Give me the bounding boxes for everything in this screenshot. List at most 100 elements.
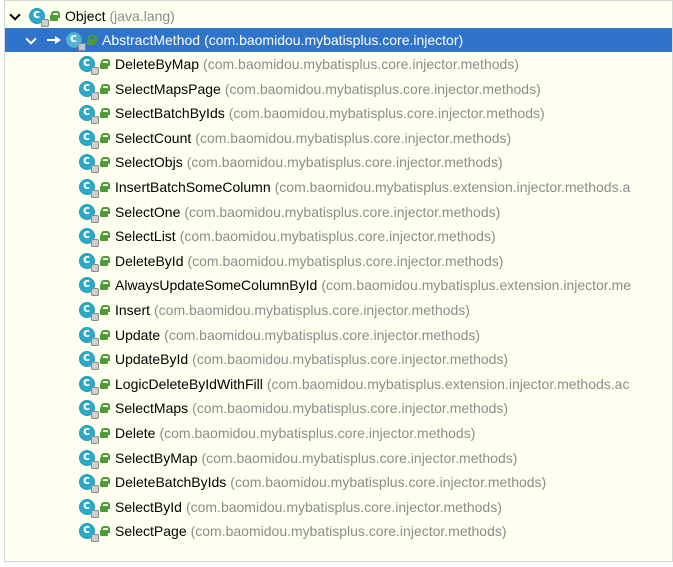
class-icon bbox=[79, 153, 99, 174]
class-icon bbox=[79, 227, 99, 248]
lock-icon bbox=[99, 231, 110, 242]
tree-node-label: SelectMaps bbox=[115, 400, 189, 417]
tree-row-deletebatchbyids[interactable]: DeleteBatchByIds(com.baomidou.mybatisplu… bbox=[5, 470, 672, 494]
tree-node-label: SelectBatchByIds bbox=[115, 105, 225, 122]
lock-icon bbox=[99, 280, 110, 291]
class-icon bbox=[79, 252, 99, 272]
lock-icon bbox=[99, 501, 110, 512]
lock-icon bbox=[99, 452, 110, 463]
tree-row-alwaysupdatesomecolumnbyid[interactable]: AlwaysUpdateSomeColumnById(com.baomidou.… bbox=[5, 273, 672, 297]
class-icon bbox=[79, 178, 99, 198]
tree-node-package: (com.baomidou.mybatisplus.core.injector.… bbox=[203, 56, 519, 72]
class-icon bbox=[79, 203, 99, 223]
tree-node-package: (com.baomidou.mybatisplus.core.injector.… bbox=[195, 129, 512, 146]
tree-node-package: (com.baomidou.mybatisplus.core.injector.… bbox=[228, 105, 545, 122]
tree-row-insert[interactable]: Insert(com.baomidou.mybatisplus.core.inj… bbox=[5, 298, 672, 322]
lock-icon bbox=[99, 206, 110, 217]
tree-node-label: Insert bbox=[115, 302, 151, 318]
tree-row-selectbymap[interactable]: SelectByMap(com.baomidou.mybatisplus.cor… bbox=[5, 446, 672, 470]
tree-row-updatebyid[interactable]: UpdateById(com.baomidou.mybatisplus.core… bbox=[5, 347, 672, 371]
tree-node-label: DeleteById bbox=[115, 252, 184, 269]
tree-row-selectbatchbyids[interactable]: SelectBatchByIds(com.baomidou.mybatisplu… bbox=[5, 101, 672, 125]
tree-node-package: (com.baomidou.mybatisplus.core.injector.… bbox=[224, 80, 541, 97]
tree-node-package: (com.baomidou.mybatisplus.core.injector.… bbox=[164, 326, 481, 343]
inheritance-arrow-icon bbox=[45, 34, 63, 46]
class-icon bbox=[79, 424, 99, 444]
lock-icon bbox=[49, 11, 60, 21]
tree-node-label: SelectObjs bbox=[115, 154, 183, 171]
tree-node-label: LogicDeleteByIdWithFill bbox=[115, 375, 263, 392]
lock-icon bbox=[99, 526, 110, 537]
tree-node-label: SelectByMap bbox=[115, 449, 198, 466]
lock-icon bbox=[99, 354, 110, 365]
tree-node-package: (com.baomidou.mybatisplus.extension.inje… bbox=[274, 179, 631, 195]
tree-node-package: (com.baomidou.mybatisplus.core.injector.… bbox=[190, 523, 507, 540]
tree-row-selectlist[interactable]: SelectList(com.baomidou.mybatisplus.core… bbox=[5, 224, 672, 248]
tree-row-selectcount[interactable]: SelectCount(com.baomidou.mybatisplus.cor… bbox=[5, 126, 672, 150]
tree-node-package: (com.baomidou.mybatisplus.core.injector.… bbox=[154, 302, 470, 318]
tree-node-package: (com.baomidou.mybatisplus.core.injector.… bbox=[186, 154, 503, 171]
lock-icon bbox=[99, 329, 110, 340]
lock-icon bbox=[99, 157, 110, 168]
lock-icon bbox=[99, 305, 110, 315]
lock-icon bbox=[99, 59, 110, 69]
class-icon bbox=[79, 104, 99, 125]
tree-node-package: (com.baomidou.mybatisplus.core.injector.… bbox=[184, 203, 501, 220]
tree-node-label: AbstractMethod bbox=[102, 32, 201, 48]
class-icon bbox=[79, 449, 99, 469]
tree-node-label: SelectOne bbox=[115, 203, 181, 220]
lock-icon bbox=[99, 83, 110, 94]
class-icon bbox=[79, 326, 99, 346]
tree-row-object[interactable]: Object (java.lang) bbox=[5, 4, 672, 28]
lock-icon bbox=[99, 428, 110, 438]
tree-row-selectpage[interactable]: SelectPage(com.baomidou.mybatisplus.core… bbox=[5, 519, 672, 543]
tree-row-selectbyid[interactable]: SelectById(com.baomidou.mybatisplus.core… bbox=[5, 495, 672, 519]
lock-icon bbox=[99, 378, 110, 389]
lock-icon bbox=[99, 182, 110, 192]
type-hierarchy-tree: Object (java.lang) AbstractMethod (com.b… bbox=[4, 0, 673, 562]
tree-row-selectobjs[interactable]: SelectObjs(com.baomidou.mybatisplus.core… bbox=[5, 150, 672, 174]
tree-node-label: SelectCount bbox=[115, 129, 192, 146]
chevron-down-icon[interactable] bbox=[25, 34, 37, 46]
tree-node-package: (com.baomidou.mybatisplus.core.injector.… bbox=[185, 498, 502, 515]
tree-node-package: (com.baomidou.mybatisplus.core.injector.… bbox=[187, 252, 504, 269]
abstract-class-icon bbox=[66, 31, 86, 51]
tree-node-package: (com.baomidou.mybatisplus.extension.inje… bbox=[321, 277, 632, 294]
tree-node-label: SelectMapsPage bbox=[115, 80, 221, 97]
tree-row-deletebyid[interactable]: DeleteById(com.baomidou.mybatisplus.core… bbox=[5, 249, 672, 273]
chevron-down-icon[interactable] bbox=[9, 10, 21, 22]
tree-row-delete[interactable]: Delete(com.baomidou.mybatisplus.core.inj… bbox=[5, 421, 672, 445]
class-icon bbox=[79, 375, 99, 395]
class-icon bbox=[79, 399, 99, 420]
tree-node-package: (java.lang) bbox=[109, 8, 175, 24]
class-icon bbox=[79, 522, 99, 543]
tree-node-label: Delete bbox=[115, 425, 156, 441]
tree-row-insertbatchsomecolumn[interactable]: InsertBatchSomeColumn(com.baomidou.mybat… bbox=[5, 175, 672, 199]
tree-row-update[interactable]: Update(com.baomidou.mybatisplus.core.inj… bbox=[5, 323, 672, 347]
tree-row-selectmaps[interactable]: SelectMaps(com.baomidou.mybatisplus.core… bbox=[5, 396, 672, 420]
tree-row-deletebymap[interactable]: DeleteByMap(com.baomidou.mybatisplus.cor… bbox=[5, 52, 672, 76]
tree-node-label: DeleteBatchByIds bbox=[115, 474, 227, 491]
class-icon bbox=[79, 498, 99, 518]
lock-icon bbox=[99, 477, 110, 488]
class-icon bbox=[79, 276, 99, 297]
tree-node-package: (com.baomidou.mybatisplus.core.injector.… bbox=[230, 474, 547, 491]
class-icon bbox=[79, 350, 99, 371]
tree-node-label: DeleteByMap bbox=[115, 56, 200, 72]
class-icon bbox=[79, 473, 99, 494]
tree-node-package: (com.baomidou.mybatisplus.core.injector) bbox=[204, 32, 464, 48]
tree-node-package: (com.baomidou.mybatisplus.core.injector.… bbox=[201, 449, 518, 466]
tree-row-abstractmethod[interactable]: AbstractMethod (com.baomidou.mybatisplus… bbox=[5, 28, 672, 52]
tree-row-selectmapspage[interactable]: SelectMapsPage(com.baomidou.mybatisplus.… bbox=[5, 77, 672, 101]
lock-icon bbox=[99, 255, 110, 266]
tree-row-logicdeletebyidwithfill[interactable]: LogicDeleteByIdWithFill(com.baomidou.myb… bbox=[5, 372, 672, 396]
tree-row-selectone[interactable]: SelectOne(com.baomidou.mybatisplus.core.… bbox=[5, 200, 672, 224]
tree-node-package: (com.baomidou.mybatisplus.core.injector.… bbox=[192, 351, 509, 368]
tree-node-label: AlwaysUpdateSomeColumnById bbox=[115, 277, 318, 294]
class-icon bbox=[79, 55, 99, 75]
class-icon bbox=[79, 129, 99, 149]
class-icon bbox=[29, 7, 49, 27]
lock-icon bbox=[86, 35, 97, 45]
tree-node-label: SelectById bbox=[115, 498, 182, 515]
tree-node-label: InsertBatchSomeColumn bbox=[115, 179, 271, 195]
